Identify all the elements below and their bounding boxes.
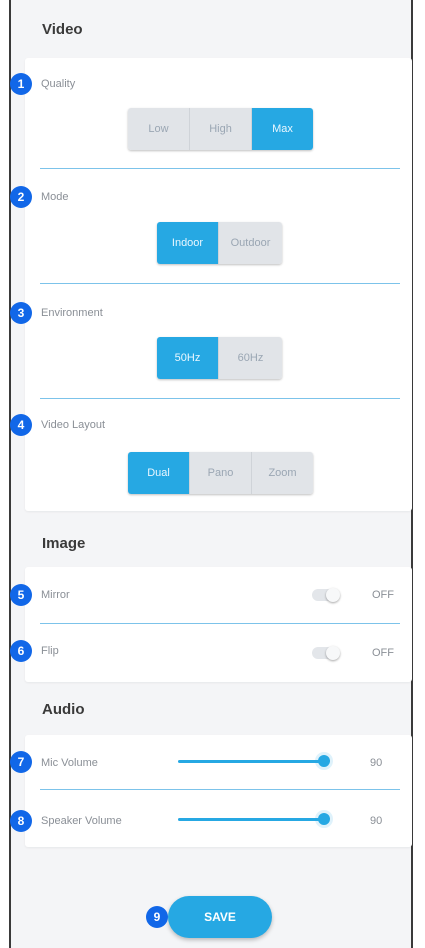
quality-option-low[interactable]: Low (128, 108, 190, 150)
toggle-knob (326, 588, 340, 602)
speaker-volume-value: 90 (370, 815, 383, 827)
section-title-video: Video (42, 21, 83, 38)
quality-option-max[interactable]: Max (252, 108, 313, 150)
step-badge-6: 6 (10, 640, 32, 662)
mirror-state: OFF (372, 589, 394, 601)
step-badge-8: 8 (10, 810, 32, 832)
mirror-toggle[interactable] (308, 587, 348, 603)
step-badge-9: 9 (146, 906, 168, 928)
divider (40, 398, 400, 399)
step-badge-2: 2 (10, 186, 32, 208)
divider (40, 283, 400, 284)
mode-segmented-control: Indoor Outdoor (157, 222, 282, 264)
quality-option-high[interactable]: High (190, 108, 252, 150)
environment-option-50hz[interactable]: 50Hz (157, 337, 219, 379)
step-badge-7: 7 (10, 751, 32, 773)
mic-volume-slider[interactable] (178, 760, 324, 763)
environment-segmented-control: 50Hz 60Hz (157, 337, 282, 379)
step-badge-4: 4 (10, 414, 32, 436)
step-badge-1: 1 (10, 73, 32, 95)
quality-label: Quality (41, 78, 76, 90)
video-layout-segmented-control: Dual Pano Zoom (128, 452, 313, 494)
mic-volume-slider-thumb[interactable] (318, 755, 330, 767)
divider (40, 789, 400, 790)
section-title-image: Image (42, 535, 86, 552)
audio-card (25, 735, 412, 847)
image-card (25, 567, 412, 682)
flip-state: OFF (372, 647, 394, 659)
mode-option-indoor[interactable]: Indoor (157, 222, 219, 264)
environment-option-60hz[interactable]: 60Hz (219, 337, 282, 379)
speaker-volume-slider-thumb[interactable] (318, 813, 330, 825)
divider (40, 168, 400, 169)
layout-option-dual[interactable]: Dual (128, 452, 190, 494)
mirror-label: Mirror (41, 589, 70, 601)
layout-option-pano[interactable]: Pano (190, 452, 252, 494)
save-button[interactable]: SAVE (168, 896, 272, 938)
mic-volume-value: 90 (370, 757, 383, 769)
environment-label: Environment (41, 307, 103, 319)
video-layout-label: Video Layout (41, 419, 106, 431)
speaker-volume-slider[interactable] (178, 818, 324, 821)
mode-option-outdoor[interactable]: Outdoor (219, 222, 282, 264)
step-badge-5: 5 (10, 584, 32, 606)
section-title-audio: Audio (42, 701, 85, 718)
mic-volume-label: Mic Volume (41, 757, 98, 769)
step-badge-3: 3 (10, 302, 32, 324)
flip-label: Flip (41, 645, 59, 657)
speaker-volume-label: Speaker Volume (41, 815, 122, 827)
flip-toggle[interactable] (308, 645, 348, 661)
layout-option-zoom[interactable]: Zoom (252, 452, 313, 494)
mode-label: Mode (41, 191, 69, 203)
divider (40, 623, 400, 624)
toggle-knob (326, 646, 340, 660)
quality-segmented-control: Low High Max (128, 108, 313, 150)
